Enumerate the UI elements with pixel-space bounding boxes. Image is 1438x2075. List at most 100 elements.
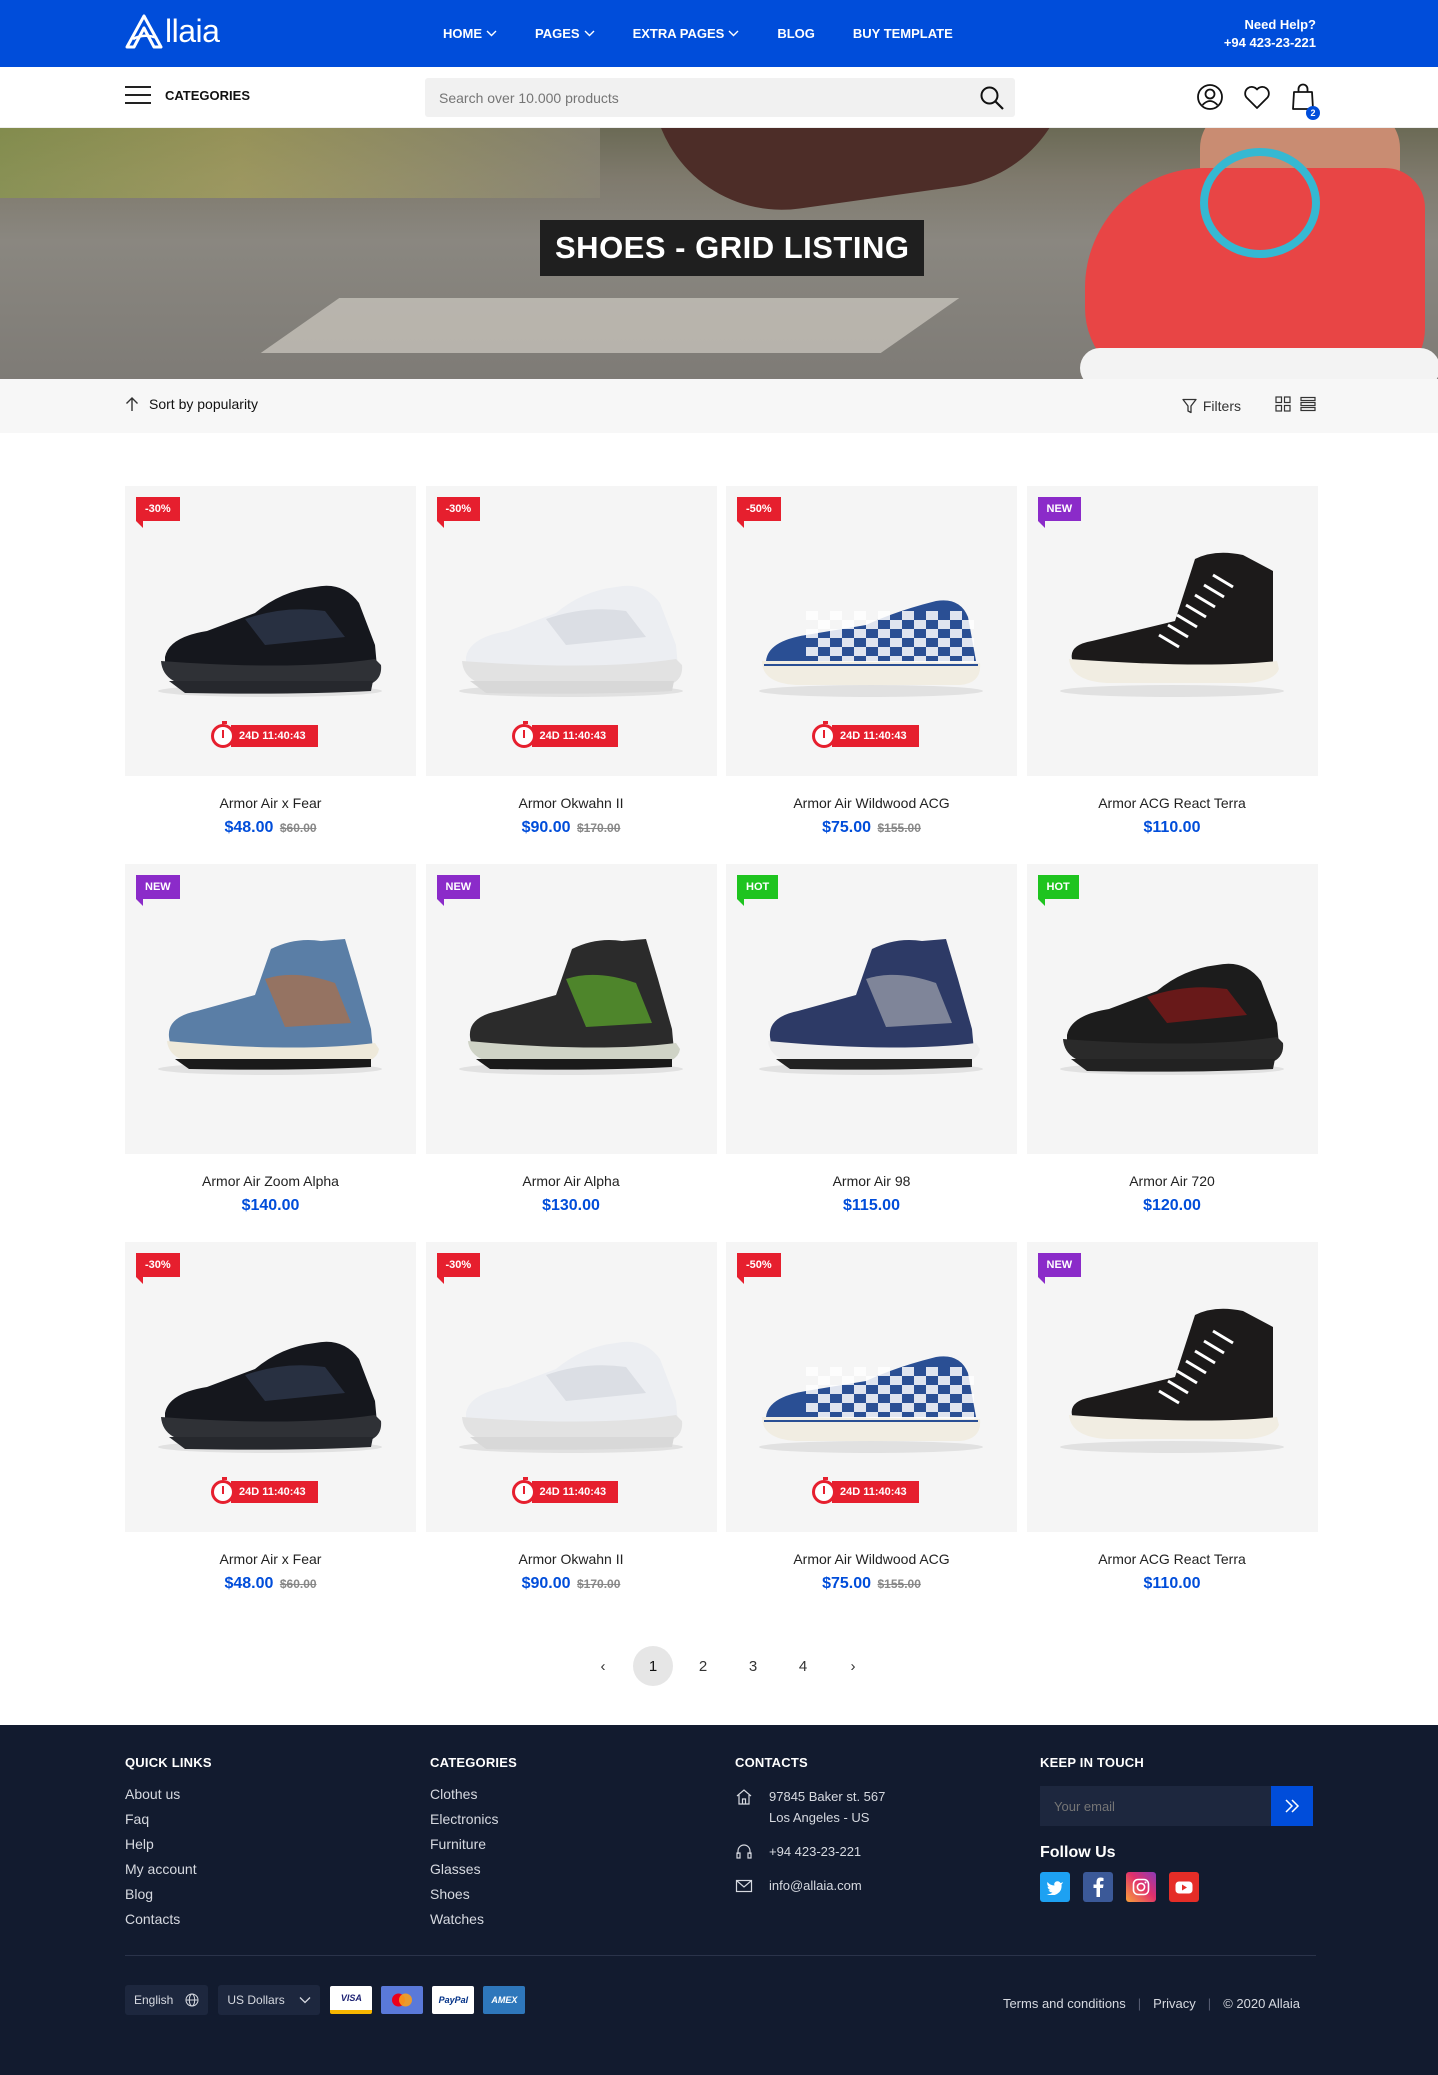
product-image[interactable]: NEW [1026,486,1318,776]
product-name[interactable]: Armor ACG React Terra [1027,1551,1318,1567]
nav-item-home[interactable]: HOME [443,26,497,41]
help-phone[interactable]: +94 423-23-221 [1224,34,1316,52]
cart-icon[interactable]: 2 [1290,83,1320,120]
filters-button[interactable]: Filters [1182,398,1241,414]
hero-road-line [260,298,960,353]
contact-email-text[interactable]: info@allaia.com [769,1875,862,1896]
visa-card-text: VISA [340,1993,362,2003]
product-image[interactable]: HOT [726,864,1017,1154]
filters-label: Filters [1202,397,1241,414]
pagination-next[interactable]: › [833,1646,873,1686]
footer-link-contacts[interactable]: Contacts [125,1911,212,1928]
product-card[interactable]: HOT Armor Air 720 $120.00 [1026,864,1318,1215]
footer-link-shoes[interactable]: Shoes [430,1886,517,1903]
sort-select[interactable]: Sort by popularity [125,396,258,412]
product-price-row: $120.00 [1027,1197,1318,1215]
product-image[interactable]: NEW [1026,1242,1318,1532]
product-card[interactable]: -30% 24D 11:40:43 Armor Air x Fear $48.00 $… [125,486,416,837]
pagination: ‹ 1 2 3 4 › [583,1646,883,1686]
product-card[interactable]: -50% 24D 11:40:43 Armor Air Wildwood ACG $7… [726,1242,1017,1593]
nav-label: BUY TEMPLATE [852,26,953,41]
product-name[interactable]: Armor Air 720 [1027,1173,1318,1189]
grid-view-icon[interactable] [1275,396,1291,415]
footer-link-faq[interactable]: Faq [125,1811,212,1828]
product-card[interactable]: -30% 24D 11:40:43 Armor Okwahn II $90.00 $1… [425,1242,717,1593]
product-image[interactable]: -50% 24D 11:40:43 [726,486,1017,776]
product-name[interactable]: Armor Okwahn II [426,1551,717,1567]
product-photo [446,919,697,1094]
product-card[interactable]: -50% 24D 11:40:43 Armor Air Wildwood ACG $7… [726,486,1017,837]
footer-link-blog[interactable]: Blog [125,1886,212,1903]
product-name[interactable]: Armor Air Zoom Alpha [125,1173,416,1189]
product-image[interactable]: -30% 24D 11:40:43 [425,486,717,776]
nav-item-buy-template[interactable]: BUY TEMPLATE [853,26,953,41]
footer-link-help[interactable]: Help [125,1836,212,1853]
newsletter-email-input[interactable] [1040,1786,1271,1826]
nav-item-pages[interactable]: PAGES [535,26,595,41]
categories-menu[interactable]: CATEGORIES [125,85,250,105]
pagination-page[interactable]: 3 [733,1646,773,1686]
nav-item-extra-pages[interactable]: EXTRA PAGES [633,26,740,41]
product-name[interactable]: Armor ACG React Terra [1027,795,1318,811]
countdown-value: 24D 11:40:43 [231,725,318,747]
footer-link-furniture[interactable]: Furniture [430,1836,517,1853]
product-image[interactable]: -30% 24D 11:40:43 [425,1242,717,1532]
newsletter-submit-button[interactable] [1271,1786,1313,1826]
product-card[interactable]: NEW Armor Air Zoom Alpha $140.00 [125,864,416,1215]
product-card[interactable]: -30% 24D 11:40:43 Armor Okwahn II $90.00 $1… [425,486,717,837]
product-price-row: $90.00 $170.00 [426,819,717,837]
pagination-page[interactable]: 1 [633,1646,673,1686]
language-select[interactable]: English [125,1985,209,2015]
twitter-icon[interactable] [1040,1872,1070,1902]
account-icon[interactable] [1196,83,1224,116]
search-icon[interactable] [979,85,1005,116]
product-image[interactable]: -30% 24D 11:40:43 [125,1242,416,1532]
pagination-prev[interactable]: ‹ [583,1646,623,1686]
product-card[interactable]: NEW Armor Air Alpha $130.00 [425,864,717,1215]
product-card[interactable]: -30% 24D 11:40:43 Armor Air x Fear $48.00 $… [125,1242,416,1593]
product-image[interactable]: HOT [1026,864,1318,1154]
pagination-page[interactable]: 4 [783,1646,823,1686]
footer-link-about[interactable]: About us [125,1786,212,1803]
privacy-link[interactable]: Privacy [1153,1996,1196,2011]
pagination-page[interactable]: 2 [683,1646,723,1686]
instagram-icon[interactable] [1126,1872,1156,1902]
product-name[interactable]: Armor Air Wildwood ACG [726,795,1017,811]
product-name[interactable]: Armor Air Wildwood ACG [726,1551,1017,1567]
footer-link-glasses[interactable]: Glasses [430,1861,517,1878]
terms-link[interactable]: Terms and conditions [1003,1996,1126,2011]
footer-link-watches[interactable]: Watches [430,1911,517,1928]
footer-link-account[interactable]: My account [125,1861,212,1878]
product-card[interactable]: NEW Armor ACG React Terra $110.00 [1026,1242,1318,1593]
footer-link-clothes[interactable]: Clothes [430,1786,517,1803]
product-badge: -30% [136,497,180,528]
list-view-icon[interactable] [1300,396,1316,415]
footer-heading: KEEP IN TOUCH [1040,1755,1144,1770]
product-name[interactable]: Armor Okwahn II [426,795,717,811]
product-old-price: $60.00 [279,821,317,835]
product-image[interactable]: NEW [425,864,717,1154]
product-price: $130.00 [542,1197,600,1214]
product-image[interactable]: NEW [125,864,416,1154]
search-input[interactable] [425,78,945,117]
logo[interactable]: llaia [125,13,220,50]
product-card[interactable]: HOT Armor Air 98 $115.00 [726,864,1017,1215]
product-price-row: $110.00 [1027,819,1318,837]
product-card[interactable]: NEW Armor ACG React Terra $110.00 [1026,486,1318,837]
product-image[interactable]: -50% 24D 11:40:43 [726,1242,1017,1532]
nav-item-blog[interactable]: BLOG [777,26,815,41]
footer-link-electronics[interactable]: Electronics [430,1811,517,1828]
heart-icon[interactable] [1243,84,1271,115]
facebook-icon[interactable] [1083,1872,1113,1902]
product-name[interactable]: Armor Air 98 [726,1173,1017,1189]
product-image[interactable]: -30% 24D 11:40:43 [125,486,416,776]
youtube-icon[interactable] [1169,1872,1199,1902]
product-photo [746,541,997,716]
product-price-row: $75.00 $155.00 [726,1575,1017,1593]
product-name[interactable]: Armor Air x Fear [125,795,416,811]
product-name[interactable]: Armor Air Alpha [426,1173,717,1189]
currency-select[interactable]: US Dollars [218,1985,321,2015]
envelope-icon [735,1879,753,1893]
product-name[interactable]: Armor Air x Fear [125,1551,416,1567]
contact-phone-text[interactable]: +94 423-23-221 [769,1841,861,1862]
